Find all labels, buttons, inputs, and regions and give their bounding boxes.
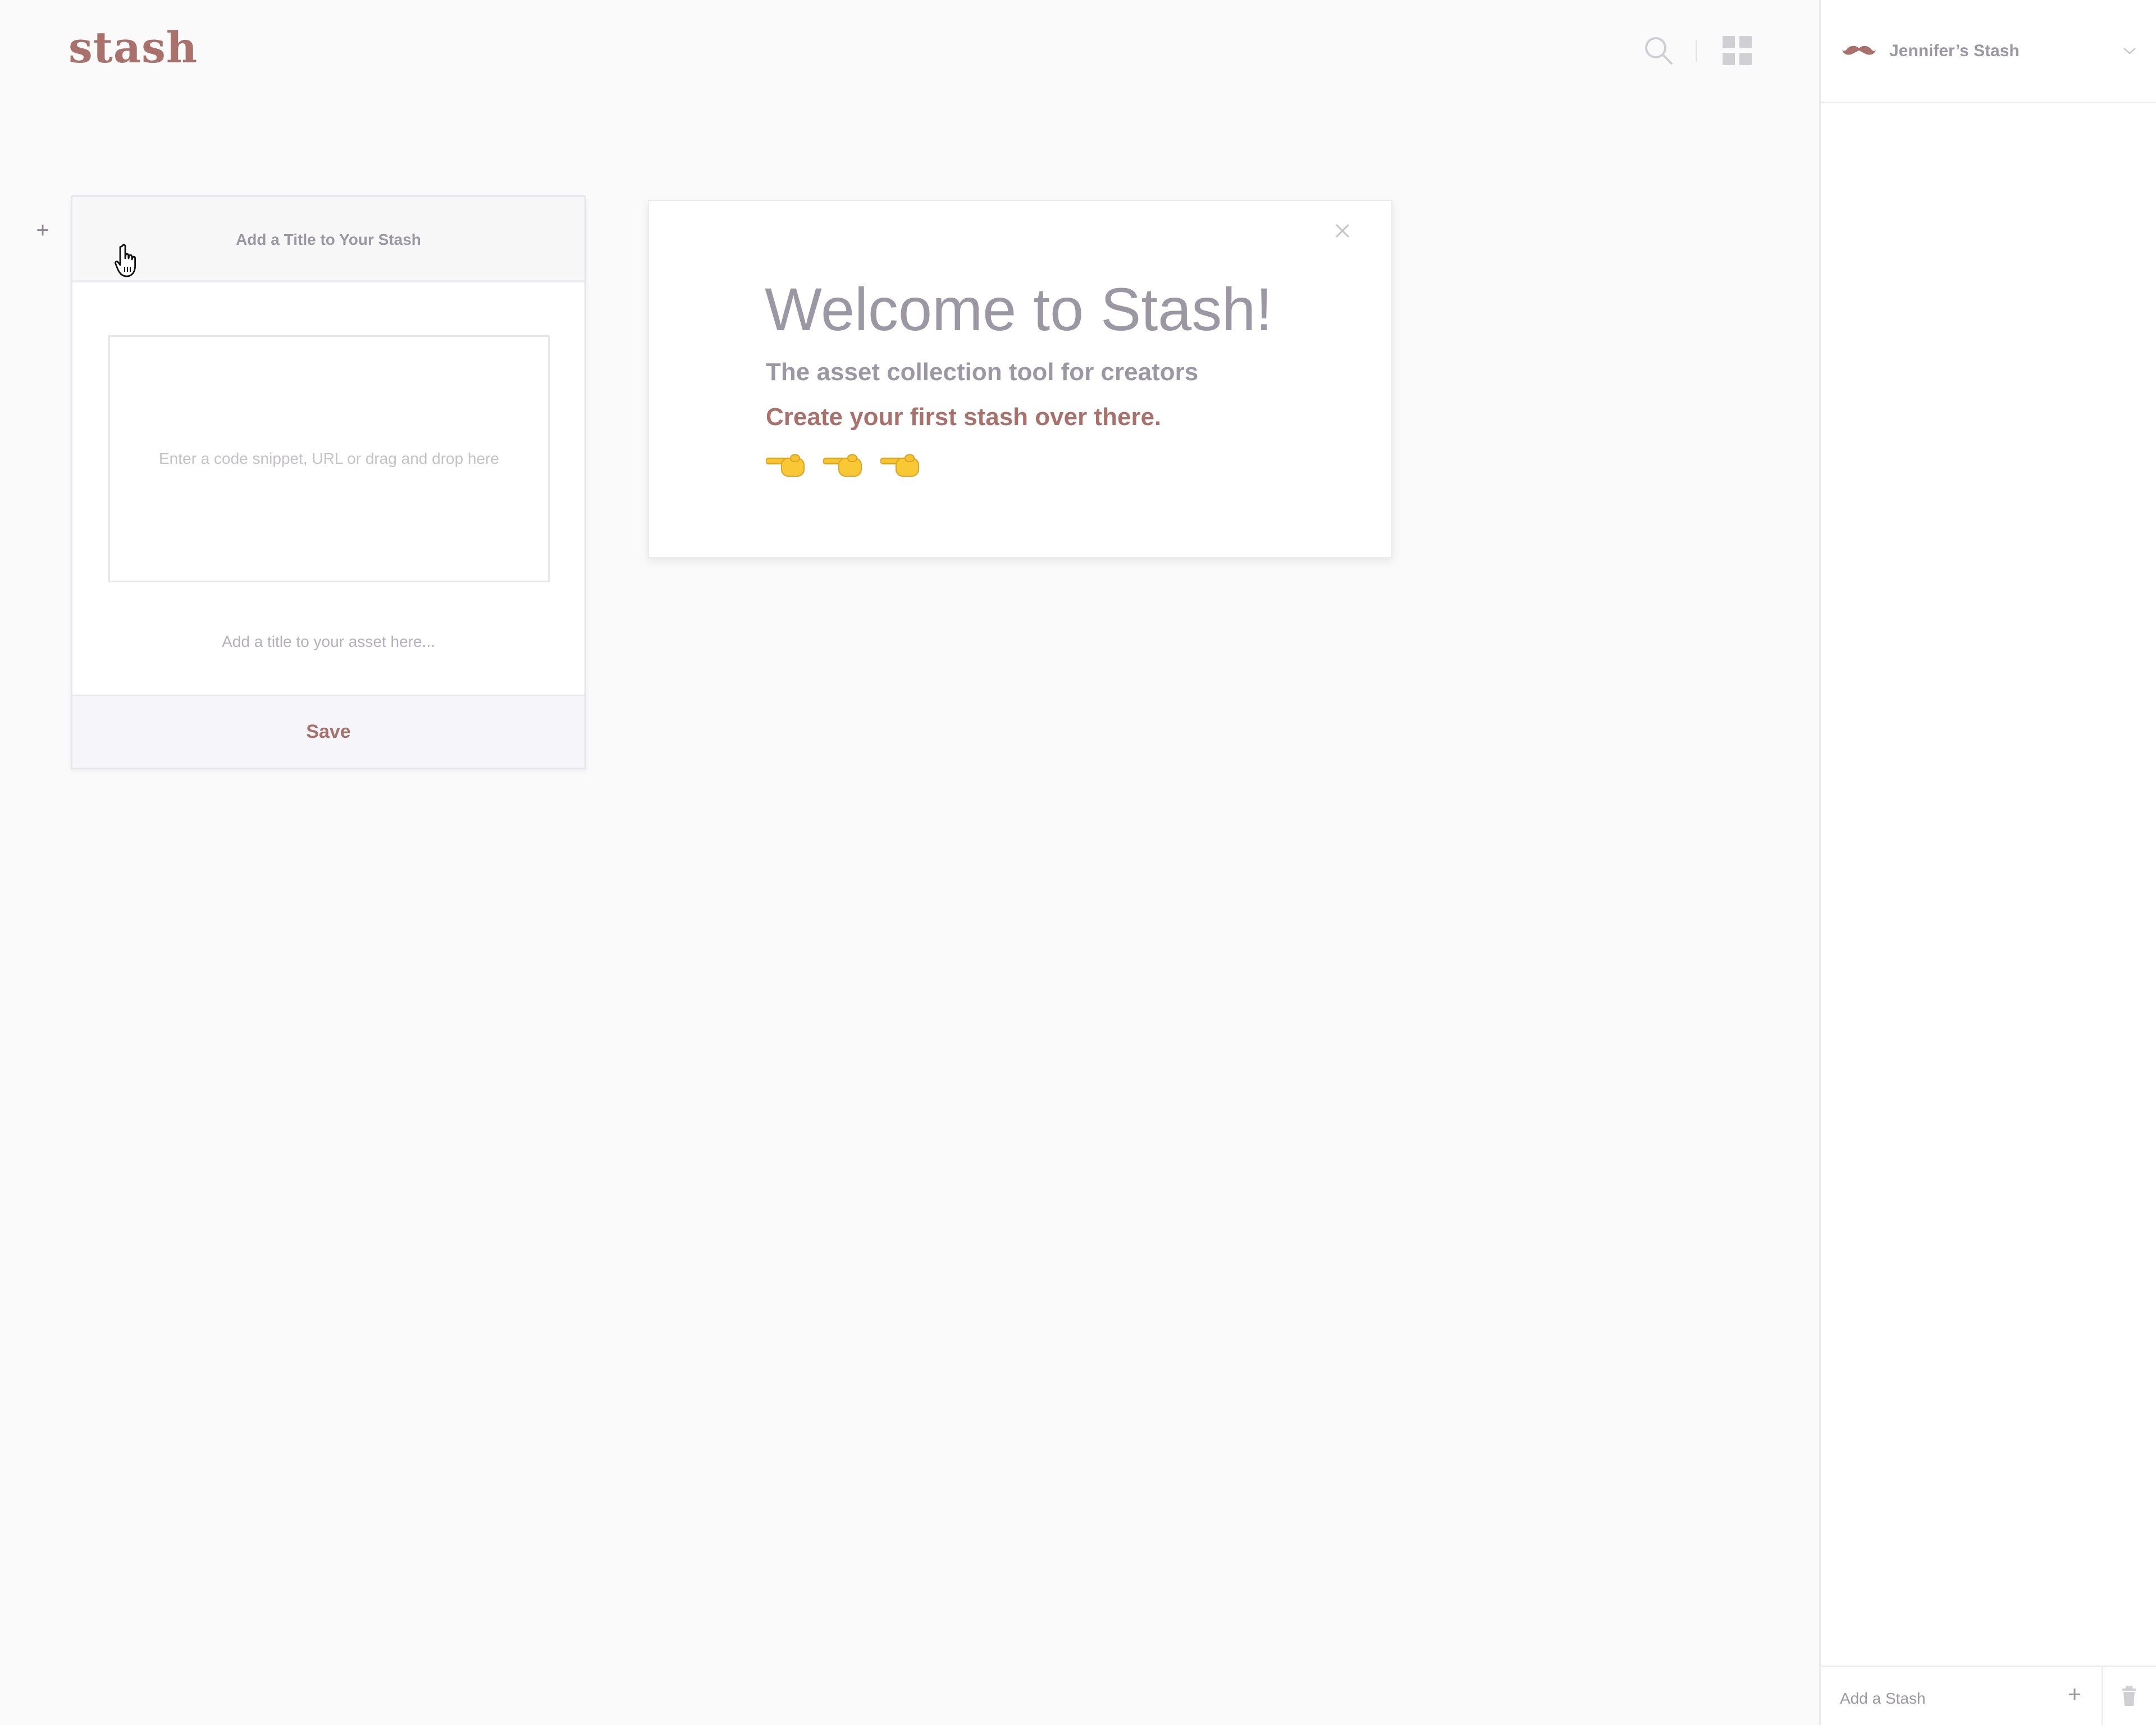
stash-title-input[interactable]: Add a Title to Your Stash — [72, 231, 584, 249]
save-button[interactable]: Save — [72, 695, 584, 768]
asset-title-input[interactable]: Add a title to your asset here... — [72, 633, 584, 651]
dropzone-placeholder: Enter a code snippet, URL or drag and dr… — [158, 450, 499, 467]
app-logo[interactable]: stash — [68, 22, 198, 72]
save-button-label: Save — [306, 721, 351, 742]
chevron-down-icon[interactable] — [2122, 45, 2137, 56]
add-stash-button[interactable]: Add a Stash — [1840, 1690, 1926, 1708]
welcome-heading: Welcome to Stash! — [765, 275, 1273, 343]
hand-cursor-icon — [115, 244, 136, 277]
stash-name: Jennifer’s Stash — [1889, 42, 2020, 60]
asset-dropzone[interactable]: Enter a code snippet, URL or drag and dr… — [108, 335, 550, 582]
trash-icon[interactable] — [2121, 1685, 2137, 1706]
grid-view-icon[interactable] — [1723, 36, 1752, 65]
footer-divider — [2102, 1667, 2103, 1725]
welcome-modal: Welcome to Stash! The asset collection t… — [648, 200, 1392, 558]
welcome-cta: Create your first stash over there. — [766, 403, 1162, 431]
sidebar-footer: Add a Stash + — [1821, 1665, 2156, 1725]
welcome-tagline: The asset collection tool for creators — [766, 358, 1199, 386]
plus-icon[interactable]: + — [2063, 1682, 2086, 1706]
pointing-right-hand-icon — [766, 454, 805, 477]
search-icon[interactable] — [1643, 35, 1674, 66]
plus-icon[interactable]: + — [33, 219, 53, 241]
topbar-divider — [1696, 40, 1697, 62]
mustache-icon — [1842, 45, 1876, 55]
new-stash-card: Add a Title to Your Stash Enter a code s… — [71, 195, 586, 769]
pointing-right-hand-icon — [880, 454, 919, 477]
close-icon[interactable] — [1333, 221, 1352, 240]
stash-card-header: Add a Title to Your Stash — [72, 197, 584, 282]
stash-switcher[interactable]: Jennifer’s Stash — [1821, 0, 2156, 103]
pointing-right-hand-icon — [823, 454, 862, 477]
stash-sidebar: Jennifer’s Stash Add a Stash + — [1819, 0, 2156, 1725]
pointer-hands — [766, 451, 921, 478]
